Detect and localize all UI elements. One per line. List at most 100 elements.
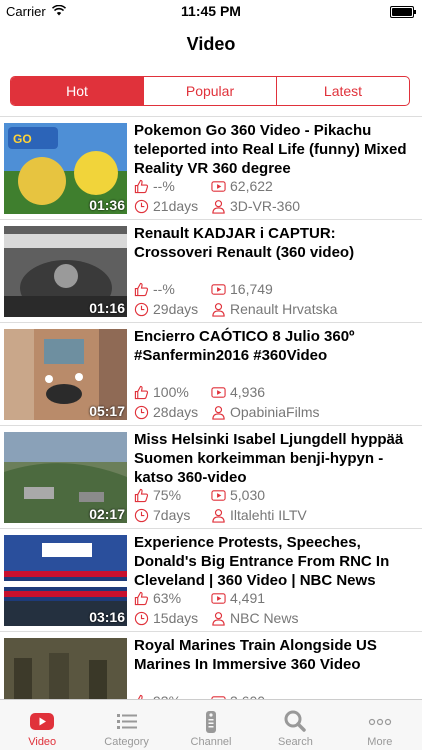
- like-ratio-value: 75%: [153, 487, 182, 503]
- tab-label: Search: [277, 736, 313, 748]
- view-count-value: 4,936: [230, 384, 266, 400]
- video-thumbnail[interactable]: 02:17: [4, 432, 127, 523]
- thumbs-up-icon: [134, 591, 149, 605]
- video-age-value: 21days: [153, 198, 199, 214]
- like-ratio: --%: [134, 280, 175, 298]
- video-title: Renault KADJAR i CAPTUR: Crossoveri Rena…: [134, 225, 355, 261]
- battery-icon: [390, 6, 416, 18]
- video-row[interactable]: GO 01:36 Pokemon Go 360 Video - Pikachu …: [0, 117, 422, 220]
- video-row[interactable]: 03:16 Experience Protests, Speeches, Don…: [0, 529, 422, 632]
- tab-label: More: [367, 736, 393, 748]
- view-count-value: 5,030: [230, 487, 266, 503]
- tab-more[interactable]: More: [338, 700, 422, 750]
- like-ratio: 100%: [134, 383, 189, 401]
- page-title: Video: [186, 33, 236, 54]
- video-channel-name: NBC News: [230, 610, 299, 626]
- view-count: 16,749: [211, 280, 273, 298]
- user-icon: [212, 611, 225, 626]
- video-channel-name: OpabiniaFilms: [230, 404, 320, 420]
- video-age: 15days: [134, 609, 198, 627]
- video-thumbnail[interactable]: GO 01:36: [4, 123, 127, 214]
- video-list[interactable]: GO 01:36 Pokemon Go 360 Video - Pikachu …: [0, 116, 422, 701]
- video-duration: 01:36: [89, 197, 125, 213]
- play-icon: [211, 489, 226, 501]
- video-age-value: 15days: [153, 610, 199, 626]
- like-ratio: 63%: [134, 589, 181, 607]
- tab-video[interactable]: Video: [0, 700, 84, 750]
- view-count-value: 16,749: [230, 281, 273, 297]
- video-row[interactable]: Royal Marines Train Alongside US Marines…: [0, 632, 422, 701]
- video-title: Miss Helsinki Isabel Ljungdell hyppää Su…: [134, 431, 404, 486]
- clock-icon: [134, 199, 149, 213]
- video-age-value: 28days: [153, 404, 199, 420]
- tab-category[interactable]: Category: [84, 700, 168, 750]
- video-row[interactable]: 01:16 Renault KADJAR i CAPTUR: Crossover…: [0, 220, 422, 323]
- tab-bar: Video Category Channel Search More: [0, 699, 422, 750]
- video-duration: 02:17: [89, 506, 125, 522]
- video-title: Experience Protests, Speeches, Donald's …: [134, 534, 390, 589]
- thumbs-up-icon: [134, 488, 149, 502]
- video-age: 7days: [134, 506, 190, 524]
- view-count-value: 4,491: [230, 590, 266, 606]
- more-dots-icon: [368, 718, 391, 726]
- user-icon: [212, 302, 225, 317]
- like-ratio: 75%: [134, 486, 181, 504]
- view-count: 4,491: [211, 589, 265, 607]
- user-icon: [212, 199, 225, 214]
- thumbs-up-icon: [134, 282, 149, 296]
- video-age-value: 29days: [153, 301, 199, 317]
- video-thumbnail[interactable]: 01:16: [4, 226, 127, 317]
- like-ratio-value: --%: [153, 178, 175, 194]
- video-title: Pokemon Go 360 Video - Pikachu teleporte…: [134, 122, 407, 177]
- clock-icon: [134, 508, 149, 522]
- video-channel-name: Iltalehti ILTV: [230, 507, 307, 523]
- video-row[interactable]: 02:17 Miss Helsinki Isabel Ljungdell hyp…: [0, 426, 422, 529]
- play-icon: [211, 386, 226, 398]
- search-icon: [284, 710, 307, 732]
- thumbs-up-icon: [134, 385, 149, 399]
- tab-label: Video: [28, 736, 57, 748]
- youtube-play-icon: [30, 713, 55, 730]
- like-ratio-value: 100%: [153, 384, 189, 400]
- status-bar: Carrier 11:45 PM: [0, 0, 422, 24]
- video-age: 28days: [134, 403, 198, 421]
- segment-popular[interactable]: Popular: [143, 77, 276, 105]
- svg-text:GO: GO: [13, 132, 32, 146]
- tab-label: Category: [104, 736, 149, 748]
- thumbs-up-icon: [134, 179, 149, 193]
- video-title: Royal Marines Train Alongside US Marines…: [134, 637, 377, 673]
- video-channel-name: Renault Hrvatska: [230, 301, 338, 317]
- video-thumbnail[interactable]: 03:16: [4, 535, 127, 626]
- view-count-value: 62,622: [230, 178, 273, 194]
- like-ratio-value: --%: [153, 281, 175, 297]
- list-icon: [116, 714, 137, 729]
- video-row[interactable]: 05:17 Encierro CAÓTICO 8 Julio 360º #San…: [0, 323, 422, 426]
- video-thumbnail[interactable]: [4, 638, 127, 701]
- video-age: 29days: [134, 300, 198, 318]
- user-icon: [212, 508, 225, 523]
- status-time: 11:45 PM: [181, 3, 241, 19]
- tab-search[interactable]: Search: [253, 700, 337, 750]
- tab-channel[interactable]: Channel: [169, 700, 253, 750]
- feed-segmented-control: Hot Popular Latest: [10, 76, 410, 106]
- video-duration: 05:17: [89, 403, 125, 419]
- video-channel: Iltalehti ILTV: [211, 506, 307, 524]
- video-age-value: 7days: [153, 507, 191, 523]
- clock-icon: [134, 405, 149, 419]
- play-icon: [211, 592, 226, 604]
- video-channel: NBC News: [211, 609, 298, 627]
- view-count: 4,936: [211, 383, 265, 401]
- video-duration: 03:16: [89, 609, 125, 625]
- video-age: 21days: [134, 197, 198, 215]
- segment-latest[interactable]: Latest: [276, 77, 409, 105]
- video-duration: 01:16: [89, 300, 125, 316]
- video-channel: 3D-VR-360: [211, 197, 300, 215]
- video-channel-name: 3D-VR-360: [230, 198, 301, 214]
- view-count: 5,030: [211, 486, 265, 504]
- video-channel: OpabiniaFilms: [211, 403, 319, 421]
- like-ratio-value: 63%: [153, 590, 182, 606]
- remote-control-icon: [206, 711, 217, 733]
- video-thumbnail[interactable]: 05:17: [4, 329, 127, 420]
- segment-hot[interactable]: Hot: [11, 77, 143, 105]
- play-icon: [211, 283, 226, 295]
